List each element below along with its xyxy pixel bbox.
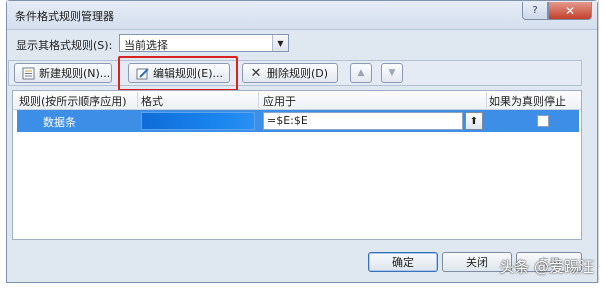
chevron-down-icon[interactable]: ▼ [272, 35, 288, 51]
move-up-button[interactable]: ▲ [350, 63, 372, 83]
delete-rule-button[interactable]: ✕ 删除规则(D) [242, 63, 338, 83]
ok-button[interactable]: 确定 [368, 252, 438, 272]
title-bar: 条件格式规则管理器 ? ✕ [7, 1, 597, 30]
rules-table: 规则(按所示顺序应用) 格式 应用于 如果为真则停止 数据条 =$E:$E ⬆ [12, 90, 582, 240]
arrow-up-icon: ▲ [357, 68, 365, 78]
move-down-button[interactable]: ▼ [381, 63, 403, 83]
dialog-title: 条件格式规则管理器 [15, 10, 114, 23]
table-header: 规则(按所示顺序应用) 格式 应用于 如果为真则停止 [13, 91, 581, 110]
close-icon: ✕ [564, 3, 576, 18]
help-icon: ? [532, 5, 538, 16]
new-rule-icon [21, 66, 35, 80]
delete-rule-label: 删除规则(D) [267, 67, 329, 80]
show-rules-value: 当前选择 [124, 39, 168, 52]
new-rule-button[interactable]: 新建规则(N)... [14, 63, 112, 83]
show-rules-label: 显示其格式规则(S): [16, 39, 113, 52]
arrow-down-icon: ▼ [388, 68, 396, 78]
header-rule: 规则(按所示顺序应用) [19, 95, 127, 108]
background-sheet-right [598, 0, 604, 290]
watermark: 头条 @爱踢汪 [499, 258, 594, 276]
header-divider [486, 92, 487, 108]
show-rules-select[interactable]: 当前选择 ▼ [119, 34, 289, 52]
help-button[interactable]: ? [522, 2, 548, 20]
collapse-icon: ⬆ [469, 115, 479, 127]
applies-to-input[interactable]: =$E:$E [263, 112, 463, 130]
header-applies-to: 应用于 [263, 95, 296, 108]
range-select-button[interactable]: ⬆ [465, 112, 483, 130]
header-format: 格式 [141, 95, 163, 108]
format-preview-databar [141, 112, 255, 130]
header-stop-if-true: 如果为真则停止 [489, 95, 566, 108]
close-window-button[interactable]: ✕ [548, 2, 592, 20]
rule-name: 数据条 [43, 116, 76, 129]
delete-icon: ✕ [250, 65, 262, 81]
header-divider [258, 92, 259, 108]
table-row[interactable]: 数据条 =$E:$E ⬆ [17, 110, 579, 132]
edit-rule-highlight [118, 56, 238, 91]
stop-if-true-checkbox[interactable] [537, 115, 549, 127]
background-sheet-bottom [0, 282, 604, 290]
header-divider [137, 92, 138, 108]
new-rule-label: 新建规则(N)... [39, 67, 111, 80]
